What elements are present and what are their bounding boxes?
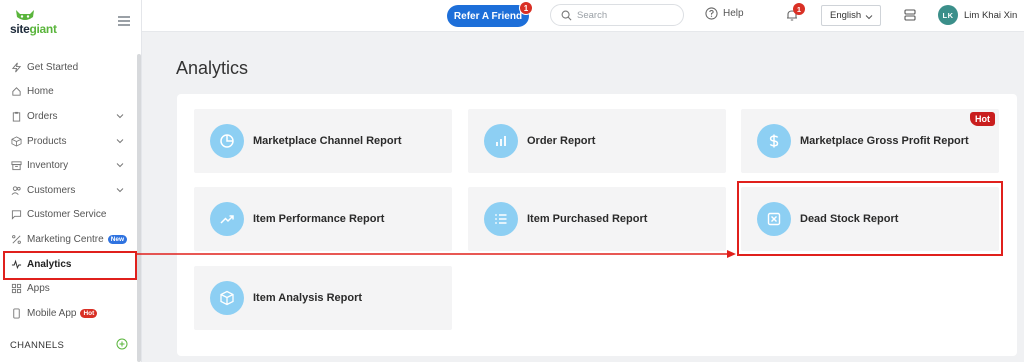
sitegiant-logo[interactable]: sitegiant (10, 8, 74, 40)
chevron-down-icon[interactable] (116, 112, 124, 120)
chevron-down-icon (865, 15, 873, 20)
language-label: English (830, 10, 862, 21)
switch-store-icon[interactable] (904, 9, 916, 21)
sidebar-item-apps[interactable]: Apps (0, 276, 136, 301)
phone-icon (10, 307, 22, 319)
refer-a-friend-button[interactable]: Refer A Friend (447, 5, 529, 27)
language-select[interactable]: English (821, 5, 881, 26)
refer-label: Refer A Friend (453, 10, 523, 22)
report-card-marketplace-gross-profit[interactable]: Marketplace Gross Profit Report Hot (741, 109, 999, 173)
search-input[interactable] (577, 8, 677, 22)
chevron-down-icon[interactable] (116, 161, 124, 169)
dead-stock-highlight-box (737, 181, 1003, 256)
sidebar-item-label: Home (27, 86, 54, 98)
sidebar-nav: Get Started Home Orders Products Invento… (0, 55, 136, 326)
report-label: Item Performance Report (253, 213, 385, 225)
pie-chart-icon (210, 124, 244, 158)
chevron-down-icon[interactable] (116, 137, 124, 145)
sidebar-item-get-started[interactable]: Get Started (0, 55, 136, 80)
refer-count-badge: 1 (519, 1, 533, 15)
hot-badge: Hot (80, 308, 98, 318)
apps-grid-icon (10, 283, 22, 295)
report-label: Item Purchased Report (527, 213, 648, 225)
dollar-icon (757, 124, 791, 158)
channels-section-label: CHANNELS (10, 340, 65, 351)
sidebar-item-label: Products (27, 135, 67, 147)
sidebar-item-label: Apps (27, 283, 50, 295)
logo-mascot-icon (16, 10, 34, 20)
percent-icon (10, 233, 22, 245)
sidebar-item-orders[interactable]: Orders (0, 104, 136, 129)
sidebar-item-inventory[interactable]: Inventory (0, 153, 136, 178)
search-box[interactable] (550, 4, 684, 26)
notification-count-badge: 1 (793, 3, 805, 15)
report-card-item-analysis[interactable]: Item Analysis Report (194, 266, 452, 330)
menu-toggle-icon[interactable] (118, 16, 130, 26)
avatar[interactable]: LK (938, 5, 958, 25)
trending-up-icon (210, 202, 244, 236)
user-name[interactable]: Lim Khai Xin (964, 10, 1017, 21)
report-label: Marketplace Gross Profit Report (800, 135, 969, 147)
lightning-icon (10, 61, 22, 73)
list-icon (484, 202, 518, 236)
sidebar-item-label: Customer Service (27, 209, 107, 221)
chevron-down-icon[interactable] (116, 186, 124, 194)
report-card-item-purchased[interactable]: Item Purchased Report (468, 187, 726, 251)
cube-icon (210, 281, 244, 315)
help-label: Help (723, 8, 744, 19)
sidebar-item-customer-service[interactable]: Customer Service (0, 203, 136, 228)
top-bar: Refer A Friend 1 Help 1 English LK Lim K… (142, 0, 1024, 32)
sidebar-item-mobile-app[interactable]: Mobile App Hot (0, 301, 136, 326)
sidebar-item-products[interactable]: Products (0, 129, 136, 154)
sidebar-item-label: Get Started (27, 61, 79, 73)
help-link[interactable]: Help (705, 7, 744, 20)
page-title: Analytics (176, 58, 249, 78)
box-icon (10, 135, 22, 147)
sidebar-item-label: Customers (27, 184, 76, 196)
bar-chart-icon (484, 124, 518, 158)
sidebar: sitegiant Get Started Home Orders Produc… (0, 0, 142, 362)
sidebar-item-label: Mobile App (27, 307, 77, 319)
users-icon (10, 184, 22, 196)
home-icon (10, 86, 22, 98)
report-label: Marketplace Channel Report (253, 135, 402, 147)
report-label: Item Analysis Report (253, 292, 363, 304)
archive-icon (10, 160, 22, 172)
report-card-marketplace-channel[interactable]: Marketplace Channel Report (194, 109, 452, 173)
sidebar-item-label: Marketing Centre (27, 233, 104, 245)
help-circle-icon (705, 7, 718, 20)
sidebar-item-home[interactable]: Home (0, 80, 136, 105)
analytics-highlight-box (3, 251, 137, 280)
sidebar-item-label: Orders (27, 110, 58, 122)
report-label: Order Report (527, 135, 596, 147)
sidebar-item-label: Inventory (27, 160, 69, 172)
chat-icon (10, 209, 22, 221)
clipboard-icon (10, 110, 22, 122)
report-card-order[interactable]: Order Report (468, 109, 726, 173)
sidebar-item-marketing-centre[interactable]: Marketing Centre New (0, 227, 136, 252)
add-channel-icon[interactable] (116, 338, 128, 350)
sidebar-item-customers[interactable]: Customers (0, 178, 136, 203)
hot-badge: Hot (970, 112, 995, 126)
logo-text: sitegiant (10, 22, 57, 36)
report-card-item-performance[interactable]: Item Performance Report (194, 187, 452, 251)
search-icon (561, 10, 572, 21)
sidebar-scrollbar[interactable] (137, 54, 141, 362)
new-badge: New (107, 234, 128, 244)
